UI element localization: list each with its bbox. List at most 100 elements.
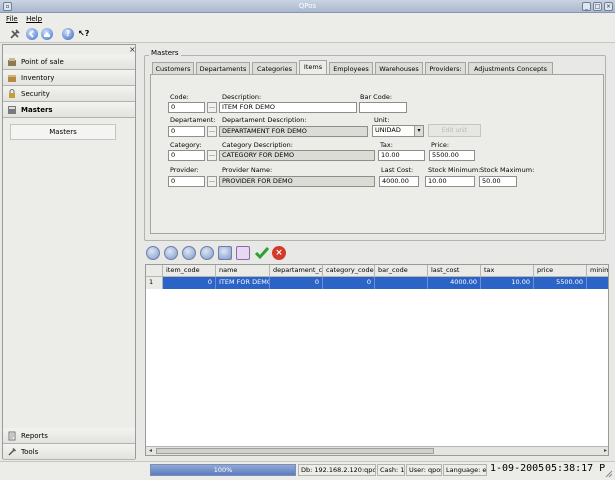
column-header[interactable]: departament_co [270,265,323,277]
sidebar-item-security[interactable]: Security [3,86,135,102]
departament-field[interactable]: 0 [168,126,205,137]
table-cell[interactable]: 10.00 [481,277,534,289]
menu-file[interactable]: File [6,15,18,23]
first-record-icon[interactable] [146,246,160,260]
panel-close-icon[interactable]: × [129,45,136,54]
window-menu-icon[interactable]: ▫ [3,2,12,11]
last-cost-field[interactable]: 4000.00 [379,176,419,187]
description-field[interactable]: ITEM FOR DEMO [219,102,357,113]
search-icon[interactable] [218,246,232,260]
help-icon[interactable]: ? [62,28,74,40]
grid-corner [146,265,163,277]
column-header[interactable]: minim [587,265,608,277]
last-record-icon[interactable] [200,246,214,260]
masters-button[interactable]: Masters [10,124,116,140]
tools-icon [8,447,17,456]
table-cell[interactable] [375,277,428,289]
progress-text: 100% [213,466,233,474]
sidebar-item-masters[interactable]: Masters [3,102,135,118]
menu-bar: File Help [0,13,615,25]
scroll-left-icon[interactable]: ◂ [146,447,155,455]
unit-label: Unit: [374,116,390,124]
menu-help[interactable]: Help [26,15,42,23]
close-icon[interactable]: × [604,2,613,11]
table-cell[interactable]: 0 [163,277,216,289]
progress-bar: 100% [150,464,296,476]
sidebar-item-label: Inventory [21,74,55,82]
category-lookup-button[interactable]: ... [207,150,217,161]
sidebar-item-label: Tools [21,448,39,456]
column-header[interactable]: last_cost [428,265,481,277]
code-field[interactable]: 0 [168,102,205,113]
items-grid[interactable]: item_code name departament_co category_c… [145,264,609,456]
sidebar-item-label: Reports [21,432,48,440]
column-header[interactable]: name [216,265,270,277]
previous-record-icon[interactable] [164,246,178,260]
back-icon[interactable] [26,28,38,40]
time-display: 05:38:17 P [545,463,606,474]
maximize-icon[interactable]: □ [593,2,602,11]
sidebar-item-tools[interactable]: Tools [3,444,135,460]
delete-record-icon[interactable] [236,246,250,260]
home-icon[interactable] [41,28,53,40]
departament-desc-label: Departament Description: [222,116,307,124]
accept-icon[interactable] [254,245,270,261]
table-cell[interactable]: 4000.00 [428,277,481,289]
stock-maximum-field[interactable]: 50.00 [479,176,517,187]
provider-lookup-button[interactable]: ... [207,176,217,187]
table-cell[interactable]: 5500.00 [534,277,587,289]
departament-lookup-button[interactable]: ... [207,126,217,137]
provider-name-field: PROVIDER FOR DEMO [219,176,375,187]
next-record-icon[interactable] [182,246,196,260]
resize-grip-icon[interactable] [603,468,613,478]
navigation-panel: × Point of sale Inventory Security Maste… [2,44,136,460]
masters-group-title: Masters [149,49,181,57]
column-header[interactable]: bar_code [375,265,428,277]
whats-this-icon[interactable]: ↖? [78,28,90,40]
column-header[interactable]: category_code [323,265,375,277]
price-field[interactable]: 5500.00 [429,150,475,161]
main-toolbar: ? ↖? [0,25,615,43]
column-header[interactable]: item_code [163,265,216,277]
description-label: Description: [222,93,262,101]
column-header[interactable]: tax [481,265,534,277]
stock-maximum-label: Stock Maximum: [480,166,535,174]
tax-label: Tax: [380,141,393,149]
sidebar-item-label: Point of sale [21,58,64,66]
sidebar-item-label: Security [21,90,50,98]
date-display: 1-09-2005 [490,463,545,474]
tools-icon[interactable] [9,28,21,40]
cancel-icon[interactable]: × [272,246,286,260]
scroll-right-icon[interactable]: ▸ [601,447,608,455]
stock-minimum-field[interactable]: 10.00 [425,176,475,187]
table-cell[interactable] [587,277,608,289]
provider-label: Provider: [170,166,199,174]
scrollbar-thumb[interactable] [156,448,434,454]
tax-field[interactable]: 10.00 [378,150,425,161]
row-number[interactable]: 1 [146,277,163,289]
provider-field[interactable]: 0 [168,176,205,187]
sidebar-item-inventory[interactable]: Inventory [3,70,135,86]
horizontal-scrollbar[interactable]: ◂ ▸ [146,446,608,455]
table-cell[interactable]: 0 [323,277,375,289]
barcode-field[interactable] [359,102,407,113]
unit-select[interactable]: UNIDAD ▾ [372,125,424,137]
security-icon [9,89,15,98]
table-cell[interactable]: ITEM FOR DEMO [216,277,270,289]
sidebar-item-reports[interactable]: Reports [3,428,135,444]
price-label: Price: [431,141,450,149]
column-header[interactable]: price [534,265,587,277]
code-lookup-button[interactable]: ... [207,102,217,113]
unit-select-value: UNIDAD [375,126,401,134]
sidebar-item-label: Masters [21,106,53,114]
stock-minimum-label: Stock Minimum: [428,166,481,174]
edit-unit-button[interactable]: Edit unit [428,124,481,137]
table-cell[interactable]: 0 [270,277,323,289]
departament-label: Departament: [170,116,216,124]
minimize-icon[interactable]: _ [582,2,591,11]
inventory-icon [8,75,16,82]
title-bar: QPos ▫ _ □ × [0,0,615,13]
sidebar-item-point-of-sale[interactable]: Point of sale [3,54,135,70]
category-field[interactable]: 0 [168,150,205,161]
masters-icon [8,106,16,114]
